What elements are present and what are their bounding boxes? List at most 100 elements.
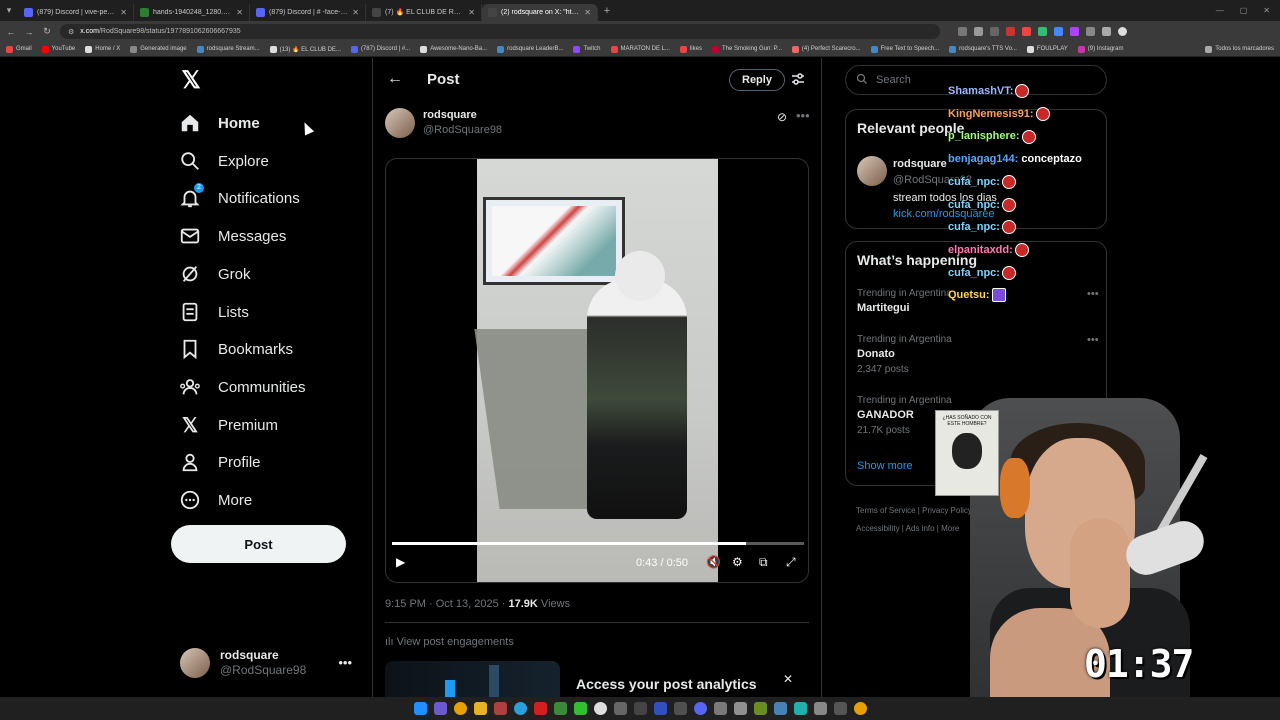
bookmark-item[interactable]: Awesome-Nano-Ba...: [420, 45, 487, 53]
bookmark-item[interactable]: FOULPLAY: [1026, 45, 1068, 53]
extension-icon[interactable]: [1054, 27, 1063, 36]
nav-explore[interactable]: Explore: [178, 145, 269, 177]
url-input[interactable]: ⚙ x.com/RodSquare98/status/1977891062606…: [60, 24, 940, 39]
browser-tab[interactable]: (7) 🔥 EL CLUB DE RODSQUARE✕: [366, 3, 482, 21]
nav-premium[interactable]: 𝕏 Premium: [178, 409, 278, 441]
taskbar-app-icon[interactable]: [673, 702, 687, 715]
bookmark-item[interactable]: (787) Discord | #...: [350, 45, 410, 53]
folder-icon[interactable]: [473, 702, 487, 715]
back-arrow-icon[interactable]: ←: [387, 70, 403, 88]
footer-link[interactable]: Terms of Service: [856, 506, 916, 515]
close-icon[interactable]: ✕: [236, 8, 243, 17]
extension-icon[interactable]: [974, 27, 983, 36]
close-window-icon[interactable]: ✕: [1263, 6, 1270, 15]
nav-messages[interactable]: Messages: [178, 220, 286, 252]
reply-button[interactable]: Reply: [729, 69, 785, 91]
nav-notifications[interactable]: 2 Notifications: [178, 182, 300, 214]
show-more-link[interactable]: Show more: [857, 460, 913, 472]
bookmark-item[interactable]: Free Text to Speech...: [870, 45, 939, 53]
footer-link[interactable]: Accessibility: [856, 524, 900, 533]
nav-home[interactable]: Home: [178, 107, 260, 139]
bookmark-item[interactable]: likes: [679, 45, 702, 53]
chrome-icon[interactable]: [853, 702, 867, 715]
browser-tab[interactable]: (879) Discord | # -face-reve ✕: [250, 3, 366, 21]
discord-icon[interactable]: [693, 702, 707, 715]
more-dots-icon[interactable]: •••: [338, 655, 352, 670]
x-logo-icon[interactable]: 𝕏: [178, 68, 204, 94]
nav-communities[interactable]: Communities: [178, 371, 306, 403]
taskbar-app-icon[interactable]: [573, 702, 587, 715]
taskbar-app-icon[interactable]: [773, 702, 787, 715]
close-icon[interactable]: ✕: [468, 8, 475, 17]
video-player[interactable]: ▶ 0:43 / 0:50 🔇 ⚙ ⧉ ⤢: [385, 158, 809, 583]
bookmark-item[interactable]: Generated image: [130, 45, 187, 53]
grok-icon[interactable]: ⊘: [777, 110, 787, 124]
taskbar-app-icon[interactable]: [433, 702, 447, 715]
back-icon[interactable]: ←: [6, 27, 16, 37]
taskbar-app-icon[interactable]: [493, 702, 507, 715]
bookmark-item[interactable]: rodsquare's TTS Vo...: [949, 45, 1017, 53]
bookmark-item[interactable]: (4) Perfect Scarecro...: [791, 45, 861, 53]
browser-tab[interactable]: hands-1940248_1280.png (128✕: [134, 3, 250, 21]
maximize-icon[interactable]: ▢: [1240, 6, 1248, 15]
taskbar-app-icon[interactable]: [813, 702, 827, 715]
taskbar-app-icon[interactable]: [613, 702, 627, 715]
download-icon[interactable]: [1102, 27, 1111, 36]
browser-tab-active[interactable]: (2) rodsquare on X: "https://t.co✕: [482, 3, 598, 21]
taskbar-app-icon[interactable]: [633, 702, 647, 715]
sliders-icon[interactable]: [791, 72, 805, 86]
windows-start-icon[interactable]: [413, 702, 427, 715]
bookmark-item[interactable]: Twitch: [573, 45, 601, 53]
view-engagements-link[interactable]: ılı View post engagements: [385, 636, 514, 648]
taskbar-app-icon[interactable]: [833, 702, 847, 715]
bookmark-item[interactable]: rodsquare Stream...: [196, 45, 260, 53]
reload-icon[interactable]: ↻: [42, 26, 52, 37]
post-author[interactable]: rodsquare @RodSquare98: [385, 108, 502, 138]
telegram-icon[interactable]: [513, 702, 527, 715]
avatar[interactable]: [385, 108, 415, 138]
taskbar-app-icon[interactable]: [533, 702, 547, 715]
nav-grok[interactable]: Grok: [178, 258, 251, 290]
play-icon[interactable]: ▶: [396, 555, 405, 569]
vscode-icon[interactable]: [653, 702, 667, 715]
post-button[interactable]: Post: [171, 525, 346, 563]
bookmark-item[interactable]: MARATON DE L...: [610, 45, 670, 53]
close-icon[interactable]: ✕: [783, 672, 793, 686]
fullscreen-icon[interactable]: ⤢: [786, 555, 796, 570]
extension-icon[interactable]: [1086, 27, 1095, 36]
taskbar-app-icon[interactable]: [733, 702, 747, 715]
bookmark-item[interactable]: The Smoking Gun: P...: [711, 45, 782, 53]
new-tab-icon[interactable]: +: [598, 5, 616, 17]
taskbar-app-icon[interactable]: [793, 702, 807, 715]
bookmark-item[interactable]: YouTube: [41, 45, 75, 53]
tab-search-icon[interactable]: ▾: [0, 0, 18, 21]
trend-item[interactable]: Trending in Argentina Martitegui: [857, 286, 952, 316]
settings-gear-icon[interactable]: ⚙: [732, 555, 743, 569]
browser-tab[interactable]: (879) Discord | vive-pero-y ✕: [18, 3, 134, 21]
video-progress-bar[interactable]: [392, 542, 804, 545]
taskbar-app-icon[interactable]: [753, 702, 767, 715]
account-switcher[interactable]: rodsquare @RodSquare98 •••: [180, 645, 360, 681]
nav-profile[interactable]: Profile: [178, 446, 261, 478]
close-icon[interactable]: ✕: [584, 8, 591, 17]
taskbar-app-icon[interactable]: [593, 702, 607, 715]
nav-lists[interactable]: Lists: [178, 296, 249, 328]
bookmark-item[interactable]: Home / X: [85, 45, 120, 53]
extension-icon[interactable]: [1022, 27, 1031, 36]
forward-icon[interactable]: →: [24, 27, 34, 37]
close-icon[interactable]: ✕: [120, 8, 127, 17]
extension-icon[interactable]: [1038, 27, 1047, 36]
chrome-icon[interactable]: [453, 702, 467, 715]
minimize-icon[interactable]: —: [1216, 6, 1224, 15]
nav-bookmarks[interactable]: Bookmarks: [178, 333, 293, 365]
bookmark-item[interactable]: (13) 🔥 EL CLUB DE...: [269, 45, 341, 53]
all-bookmarks-folder[interactable]: Todos los marcadores: [1205, 45, 1274, 53]
extension-icon[interactable]: [1070, 27, 1079, 36]
mute-icon[interactable]: 🔇: [706, 555, 721, 569]
bookmark-item[interactable]: (9) Instagram: [1077, 45, 1124, 53]
avatar[interactable]: [857, 156, 887, 186]
profile-icon[interactable]: [1118, 27, 1127, 36]
trend-item[interactable]: Trending in Argentina Donato 2,347 posts: [857, 332, 952, 377]
bookmark-item[interactable]: Gmail: [6, 45, 32, 53]
nav-more[interactable]: More: [178, 484, 252, 516]
